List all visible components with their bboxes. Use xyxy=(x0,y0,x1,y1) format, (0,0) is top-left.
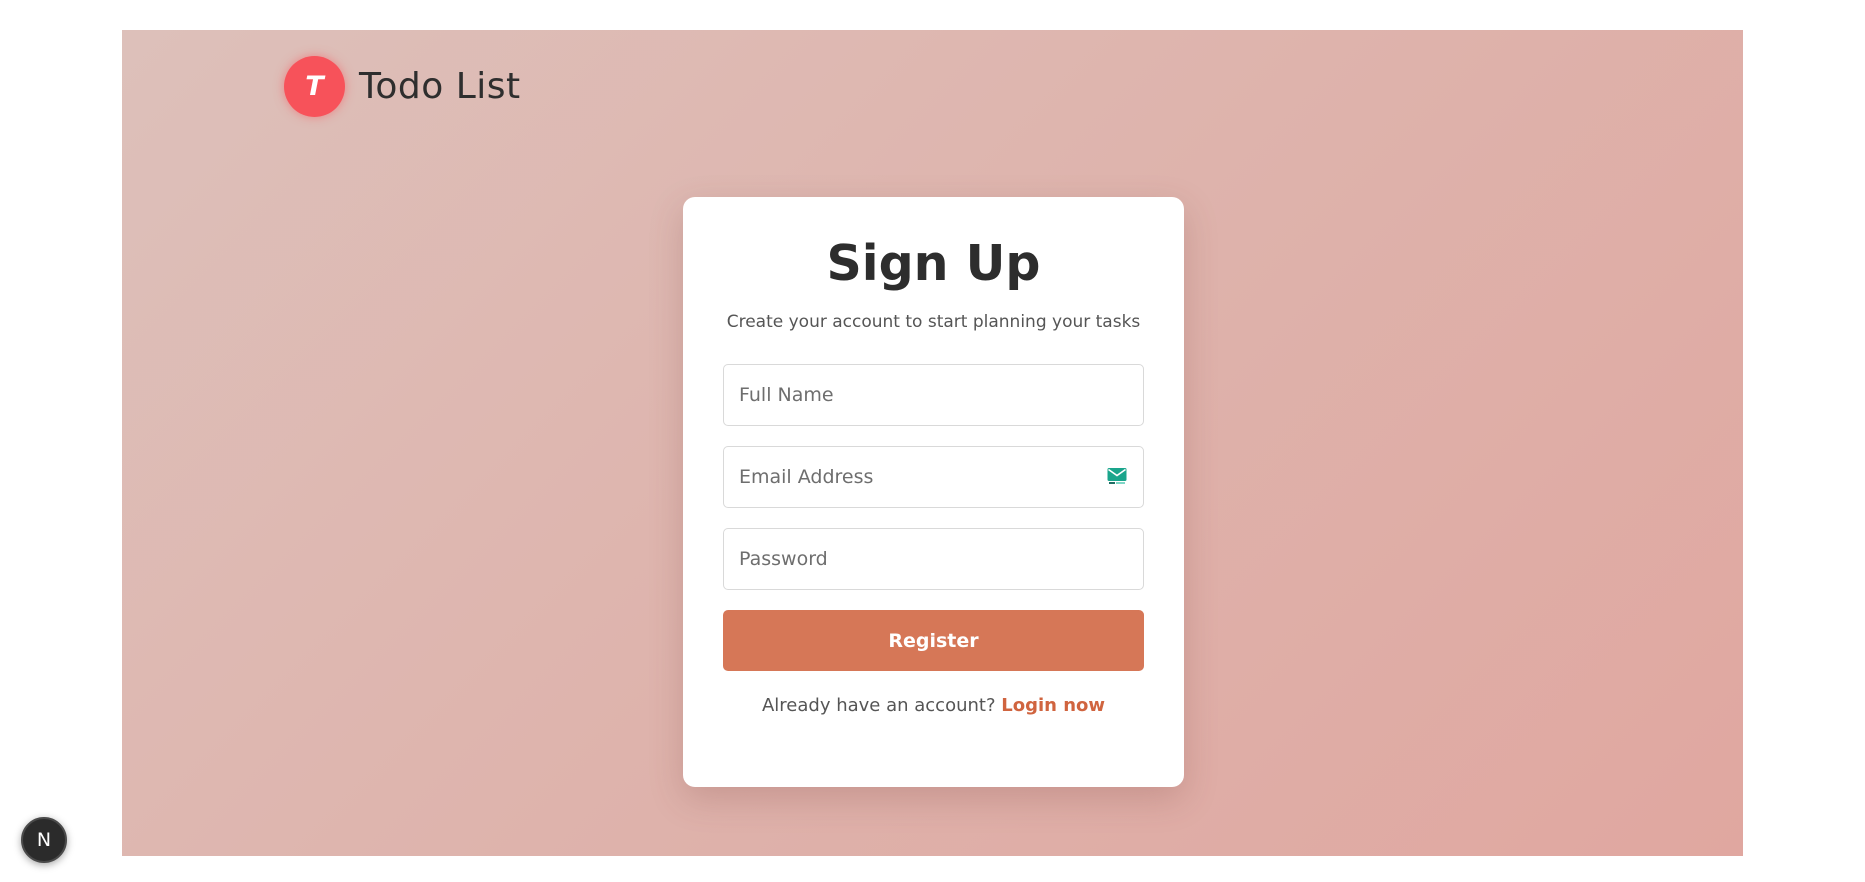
dev-badge-letter: N xyxy=(36,829,52,851)
password-input[interactable] xyxy=(723,528,1144,590)
brand-logo: T xyxy=(284,56,345,117)
register-button[interactable]: Register xyxy=(723,610,1144,671)
login-prompt-line: Already have an account? Login now xyxy=(683,693,1184,719)
login-prompt-text: Already have an account? xyxy=(761,695,1002,716)
email-input[interactable] xyxy=(723,446,1144,508)
login-now-link[interactable]: Login now xyxy=(1001,695,1105,716)
nextjs-icon[interactable]: N xyxy=(21,817,67,863)
mail-icon[interactable] xyxy=(1107,467,1127,485)
full-name-input[interactable] xyxy=(723,364,1144,426)
app-title: Todo List xyxy=(359,66,521,107)
signup-title: Sign Up xyxy=(826,235,1041,292)
brand-logo-letter: T xyxy=(305,71,324,102)
signup-subtitle: Create your account to start planning yo… xyxy=(726,312,1141,332)
signup-card: Sign Up Create your account to start pla… xyxy=(683,197,1184,787)
page-background: T Todo List Sign Up Create your account … xyxy=(122,30,1743,856)
brand[interactable]: T Todo List xyxy=(284,56,521,117)
